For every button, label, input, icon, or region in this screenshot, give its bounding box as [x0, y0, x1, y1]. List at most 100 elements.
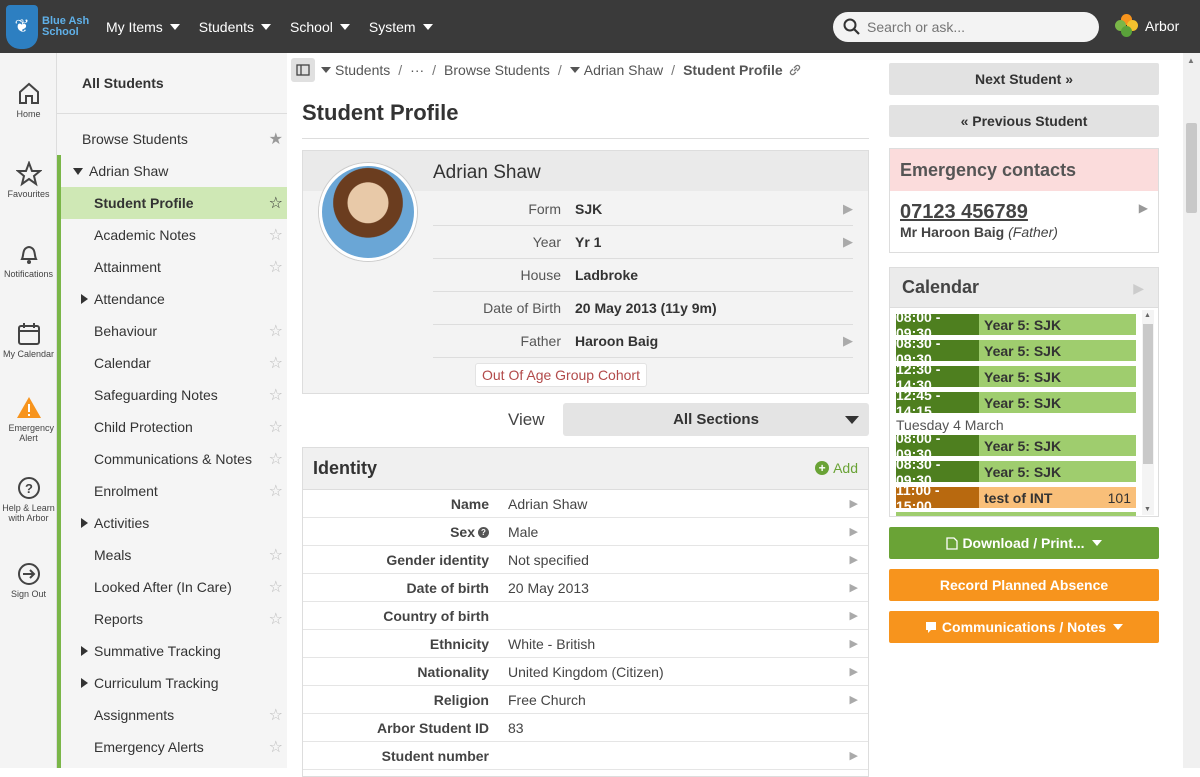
identity-row-date-of-birth[interactable]: Date of birth 20 May 2013 ▶ — [303, 574, 868, 602]
scroll-down-icon[interactable]: ▼ — [1144, 506, 1151, 513]
calendar-title: Calendar — [890, 268, 1158, 308]
identity-row-sex[interactable]: Sex? Male ▶ — [303, 518, 868, 546]
search-box[interactable] — [833, 12, 1099, 42]
star-icon[interactable]: ☆ — [269, 449, 283, 469]
chevron-right-icon: ▶ — [849, 498, 858, 510]
avatar[interactable] — [319, 163, 417, 261]
record-planned-absence-button[interactable]: Record Planned Absence — [889, 569, 1159, 601]
communications-notes-button[interactable]: Communications / Notes — [889, 611, 1159, 643]
search-input[interactable] — [867, 19, 1087, 35]
download-print-button[interactable]: Download / Print... — [889, 527, 1159, 559]
sidebar-item-browse-students[interactable]: Browse Students ★ — [57, 123, 287, 155]
star-icon[interactable]: ☆ — [269, 257, 283, 277]
school-logo[interactable]: ❦ Blue Ash School — [6, 4, 98, 49]
chevron-right-icon: ▶ — [843, 201, 853, 216]
calendar-event[interactable]: 08:00 - 09:30 Year 5: SJK — [896, 430, 1136, 462]
breadcrumb-students[interactable]: Students — [335, 62, 390, 78]
calendar-event[interactable]: 08:00 - 09:30 Year 5: SJK — [896, 309, 1136, 341]
identity-row-gender-identity[interactable]: Gender identity Not specified ▶ — [303, 546, 868, 574]
nav-students[interactable]: Students — [191, 0, 282, 53]
sidebar-item-student[interactable]: Adrian Shaw — [57, 155, 287, 187]
sidebar-toggle-button[interactable] — [291, 58, 315, 82]
nav-school[interactable]: School — [282, 0, 361, 53]
sidebar-item-summative-tracking[interactable]: Summative Tracking — [57, 635, 287, 667]
identity-row-name[interactable]: Name Adrian Shaw ▶ — [303, 490, 868, 518]
emergency-phone[interactable]: 07123 456789 — [900, 201, 1028, 224]
star-icon[interactable]: ☆ — [269, 321, 283, 341]
scroll-up-icon[interactable]: ▲ — [1187, 56, 1195, 65]
star-icon[interactable]: ☆ — [269, 193, 283, 213]
scroll-up-icon[interactable]: ▲ — [1144, 312, 1151, 319]
rail-my-calendar[interactable]: My Calendar — [0, 321, 57, 359]
scroll-thumb[interactable] — [1186, 123, 1197, 213]
rail-sign-out[interactable]: Sign Out — [0, 561, 57, 599]
page-scrollbar[interactable]: ▲ — [1183, 53, 1200, 768]
sidebar-item-student-profile[interactable]: Student Profile ☆ — [61, 187, 287, 219]
rail-help[interactable]: ? Help & Learn with Arbor — [0, 475, 57, 523]
rail-favourites[interactable]: Favourites — [0, 160, 57, 199]
star-icon[interactable]: ☆ — [269, 353, 283, 373]
sidebar-item-emergency-alerts[interactable]: Emergency Alerts ☆ — [57, 731, 287, 763]
next-student-button[interactable]: Next Student » — [889, 63, 1159, 95]
breadcrumb-student[interactable]: Adrian Shaw — [584, 62, 663, 78]
nav-my-items[interactable]: My Items — [98, 0, 191, 53]
link-icon[interactable] — [788, 63, 802, 77]
star-icon[interactable]: ☆ — [269, 481, 283, 501]
breadcrumb-ellipsis[interactable]: ··· — [410, 62, 424, 78]
star-icon[interactable]: ☆ — [269, 737, 283, 757]
profile-row-year[interactable]: Year Yr 1 ▶ — [433, 226, 853, 259]
sidebar-item-meals[interactable]: Meals ☆ — [57, 539, 287, 571]
profile-row-father[interactable]: Father Haroon Baig ▶ — [433, 325, 853, 358]
previous-student-button[interactable]: « Previous Student — [889, 105, 1159, 137]
calendar-event[interactable]: 11:00 - 15:00 test of INT 101 — [896, 482, 1136, 514]
chevron-down-icon[interactable] — [321, 67, 331, 73]
arbor-brand[interactable]: Arbor — [1115, 14, 1179, 38]
sidebar-item-academic-notes[interactable]: Academic Notes ☆ — [57, 219, 287, 251]
rail-home[interactable]: Home — [0, 81, 57, 119]
identity-rows: Name Adrian Shaw ▶ Sex? Male ▶ Gender identity… — [303, 490, 868, 770]
calendar-event[interactable]: 12:30 - 14:30 Year 5: SJK — [896, 361, 1136, 393]
sidebar-item-activities[interactable]: Activities — [57, 507, 287, 539]
calendar-event[interactable]: 08:30 - 09:30 Year 5: SJK — [896, 456, 1136, 488]
sidebar-item-reports[interactable]: Reports ☆ — [57, 603, 287, 635]
rail-notifications[interactable]: Notifications — [0, 241, 57, 279]
calendar-event[interactable]: 08:30 - 09:30 Year 5: SJK — [896, 335, 1136, 367]
star-icon[interactable]: ☆ — [269, 545, 283, 565]
calendar-scrollbar[interactable]: ▲ ▼ — [1142, 310, 1154, 515]
identity-row-nationality[interactable]: Nationality United Kingdom (Citizen) ▶ — [303, 658, 868, 686]
sidebar-item-curriculum-tracking[interactable]: Curriculum Tracking — [57, 667, 287, 699]
sidebar-item-attainment[interactable]: Attainment ☆ — [57, 251, 287, 283]
star-icon[interactable]: ★ — [269, 129, 283, 149]
rail-emergency-alert[interactable]: Emergency Alert — [0, 395, 57, 443]
sidebar-item-attendance[interactable]: Attendance — [57, 283, 287, 315]
breadcrumb-browse[interactable]: Browse Students — [444, 62, 550, 78]
view-select[interactable]: All Sections — [563, 403, 869, 436]
nav-system[interactable]: System — [361, 0, 444, 53]
sidebar-item-child-protection[interactable]: Child Protection ☆ — [57, 411, 287, 443]
star-icon[interactable]: ☆ — [269, 705, 283, 725]
star-icon[interactable]: ☆ — [269, 225, 283, 245]
profile-row-form[interactable]: Form SJK ▶ — [433, 193, 853, 226]
calendar-event[interactable]: 12:45 - 14:15 Year 5: SJK — [896, 387, 1136, 419]
sidebar-item-calendar[interactable]: Calendar ☆ — [57, 347, 287, 379]
identity-row-student-number[interactable]: Student number ▶ — [303, 742, 868, 770]
chevron-down-icon[interactable] — [569, 67, 580, 73]
identity-row-country-of-birth[interactable]: Country of birth ▶ — [303, 602, 868, 630]
chevron-right-icon[interactable]: ▶ — [1133, 280, 1144, 297]
star-icon[interactable]: ☆ — [269, 385, 283, 405]
star-icon[interactable]: ☆ — [269, 417, 283, 437]
sidebar-item-safeguarding-notes[interactable]: Safeguarding Notes ☆ — [57, 379, 287, 411]
identity-row-religion[interactable]: Religion Free Church ▶ — [303, 686, 868, 714]
star-icon[interactable]: ☆ — [269, 577, 283, 597]
sidebar-item-assignments[interactable]: Assignments ☆ — [57, 699, 287, 731]
star-icon[interactable]: ☆ — [269, 609, 283, 629]
sidebar-item-looked-after-in-care-[interactable]: Looked After (In Care) ☆ — [57, 571, 287, 603]
identity-row-ethnicity[interactable]: Ethnicity White - British ▶ — [303, 630, 868, 658]
help-icon[interactable]: ? — [478, 527, 489, 539]
sidebar-item-enrolment[interactable]: Enrolment ☆ — [57, 475, 287, 507]
sidebar-item-communications-notes[interactable]: Communications & Notes ☆ — [57, 443, 287, 475]
scroll-thumb[interactable] — [1143, 324, 1153, 464]
add-button[interactable]: + Add — [815, 460, 858, 476]
sidebar-item-behaviour[interactable]: Behaviour ☆ — [57, 315, 287, 347]
chevron-right-icon[interactable]: ▶ — [1139, 201, 1148, 215]
